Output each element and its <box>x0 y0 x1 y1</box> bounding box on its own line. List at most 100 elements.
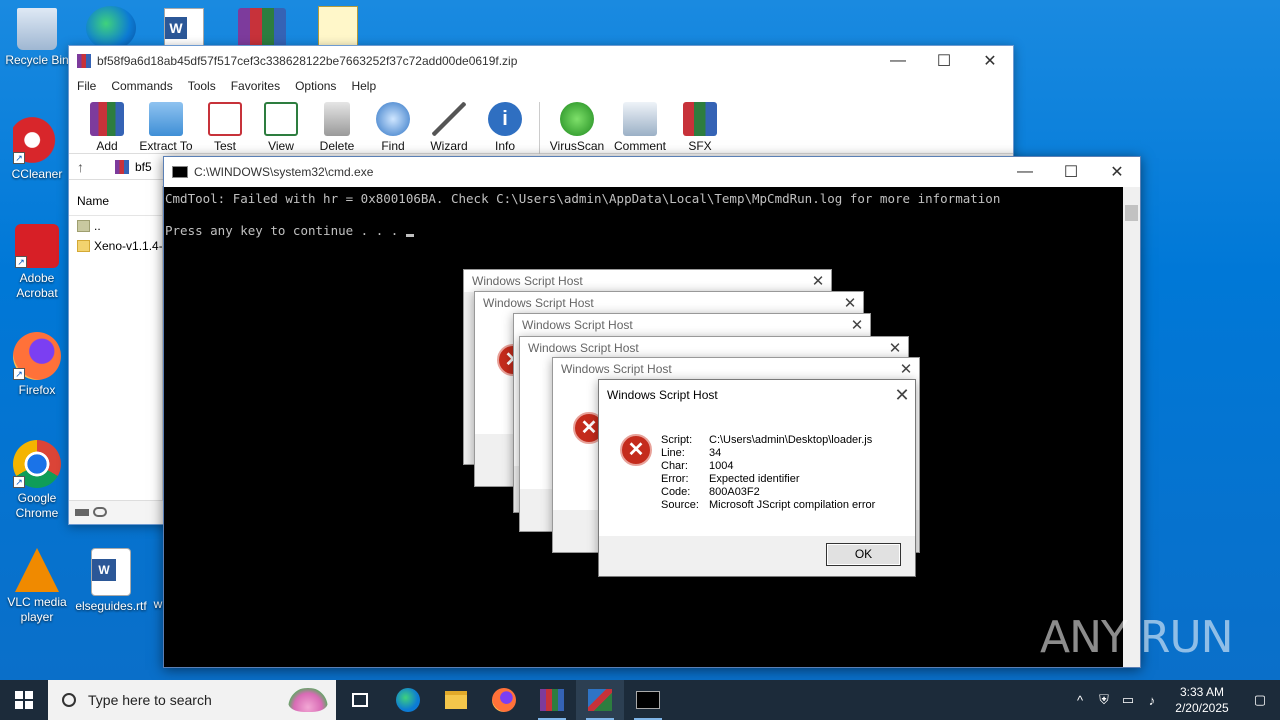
winrar-app-icon <box>77 54 91 68</box>
edge-icon[interactable] <box>86 6 136 50</box>
detail-row: Char: 1004 <box>661 460 875 473</box>
task-view-button[interactable] <box>336 680 384 720</box>
bug-icon <box>560 102 594 136</box>
taskbar-file-explorer[interactable] <box>432 680 480 720</box>
sfx-button[interactable]: SFX <box>672 102 728 153</box>
dialog-titlebar[interactable]: Windows Script Host ✕ <box>475 292 863 314</box>
taskbar-script-host[interactable] <box>576 680 624 720</box>
extract-to-button[interactable]: Extract To <box>135 102 197 153</box>
ccleaner-icon: ↗ <box>13 116 61 164</box>
up-arrow-icon[interactable]: ↑ <box>77 159 107 175</box>
error-icon: ✕ <box>620 434 652 466</box>
wsh-error-dialog[interactable]: Windows Script Host ✕ ✕ Script: C:\Users\a… <box>598 379 916 577</box>
taskbar-search[interactable]: Type here to search <box>48 680 336 720</box>
close-button[interactable]: ✕ <box>967 46 1013 76</box>
edge-icon <box>396 688 420 712</box>
detail-value: C:\Users\admin\Desktop\loader.js <box>709 434 873 446</box>
anyrun-watermark: ANY RUN <box>1040 612 1234 663</box>
word-doc-icon[interactable]: W <box>164 8 204 48</box>
desktop-icon-ccleaner[interactable]: ↗ CCleaner <box>0 116 74 182</box>
minimize-button[interactable]: — <box>1002 157 1048 187</box>
taskbar-winrar[interactable] <box>528 680 576 720</box>
script-file-icon[interactable] <box>318 6 358 48</box>
dialog-titlebar[interactable]: Windows Script Host ✕ <box>514 314 870 336</box>
detail-key: Line: <box>661 447 685 459</box>
desktop-icon-firefox[interactable]: ↗ Firefox <box>0 332 74 398</box>
file-name: .. <box>94 219 101 233</box>
path-archive-icon <box>115 159 129 174</box>
firefox-icon: ↗ <box>13 332 61 380</box>
script-host-icon <box>588 689 612 711</box>
close-icon[interactable]: ✕ <box>805 272 831 290</box>
close-icon[interactable]: ✕ <box>837 294 863 312</box>
winrar-icon <box>540 689 564 711</box>
path-label[interactable]: bf5 <box>135 160 152 174</box>
cmd-titlebar[interactable]: C:\WINDOWS\system32\cmd.exe — ☐ ✕ <box>164 157 1140 187</box>
desktop-icon-adobe-acrobat[interactable]: ↗ Adobe Acrobat <box>0 224 74 301</box>
menu-help[interactable]: Help <box>351 79 376 93</box>
minimize-button[interactable]: — <box>875 46 921 76</box>
virusscan-button[interactable]: VirusScan <box>546 102 608 153</box>
info-button[interactable]: i Info <box>477 102 533 153</box>
cmd-icon <box>636 691 660 709</box>
menu-commands[interactable]: Commands <box>111 79 172 93</box>
key-icon <box>93 507 107 517</box>
taskbar-firefox[interactable] <box>480 680 528 720</box>
close-icon[interactable]: ✕ <box>844 316 870 334</box>
file-list: Name .. Xeno-v1.1.4-x <box>69 186 163 500</box>
security-icon[interactable]: ⛨ <box>1092 692 1116 708</box>
comment-label: Comment <box>613 139 666 153</box>
network-icon[interactable]: ▭ <box>1116 692 1140 708</box>
dialog-titlebar[interactable]: Windows Script Host ✕ <box>599 380 915 410</box>
desktop-icon-elseguides[interactable]: W elseguides.rtf <box>74 548 148 614</box>
book-icon <box>264 102 298 136</box>
test-button[interactable]: Test <box>197 102 253 153</box>
info-label: Info <box>494 139 515 153</box>
scrollbar-thumb[interactable] <box>1125 205 1138 221</box>
file-row[interactable]: .. <box>69 216 162 236</box>
comment-button[interactable]: Comment <box>608 102 672 153</box>
close-icon[interactable]: ✕ <box>893 360 919 378</box>
add-button[interactable]: Add <box>79 102 135 153</box>
find-button[interactable]: Find <box>365 102 421 153</box>
close-icon[interactable]: ✕ <box>882 339 908 357</box>
detail-key: Source: <box>661 499 699 511</box>
close-button[interactable]: ✕ <box>1094 157 1140 187</box>
desktop-icon-recycle-bin[interactable]: Recycle Bin <box>0 8 74 68</box>
menu-tools[interactable]: Tools <box>188 79 216 93</box>
column-header-name[interactable]: Name <box>69 186 162 216</box>
chrome-icon: ↗ <box>13 440 61 488</box>
notification-icon[interactable]: ▢ <box>1240 692 1280 708</box>
menu-options[interactable]: Options <box>295 79 336 93</box>
file-row[interactable]: Xeno-v1.1.4-x <box>69 236 162 256</box>
maximize-button[interactable]: ☐ <box>921 46 967 76</box>
taskbar-cmd[interactable] <box>624 680 672 720</box>
wizard-button[interactable]: Wizard <box>421 102 477 153</box>
volume-icon[interactable]: ♪ <box>1140 693 1164 708</box>
winrar-archive-icon[interactable] <box>238 8 286 48</box>
dialog-titlebar[interactable]: Windows Script Host ✕ <box>464 270 831 292</box>
maximize-button[interactable]: ☐ <box>1048 157 1094 187</box>
dialog-titlebar[interactable]: Windows Script Host ✕ <box>520 337 908 359</box>
menu-file[interactable]: File <box>77 79 96 93</box>
ok-button[interactable]: OK <box>826 543 901 566</box>
start-button[interactable] <box>0 680 48 720</box>
cmd-scrollbar[interactable] <box>1123 187 1140 667</box>
winrar-titlebar[interactable]: bf58f9a6d18ab45df57f517cef3c338628122be7… <box>69 46 1013 76</box>
delete-button[interactable]: Delete <box>309 102 365 153</box>
desktop-icon-vlc[interactable]: VLC media player <box>0 548 74 625</box>
detail-key: Script: <box>661 434 693 446</box>
chevron-up-icon[interactable]: ^ <box>1068 693 1092 708</box>
desktop-icon-label: VLC media player <box>7 595 67 624</box>
desktop-icon-google-chrome[interactable]: ↗ Google Chrome <box>0 440 74 521</box>
close-icon[interactable]: ✕ <box>889 385 915 406</box>
detail-key: Error: <box>661 473 689 485</box>
taskbar-edge[interactable] <box>384 680 432 720</box>
detail-value: Expected identifier <box>709 473 800 485</box>
menu-favorites[interactable]: Favorites <box>231 79 280 93</box>
clock[interactable]: 3:33 AM 2/20/2025 <box>1164 684 1240 716</box>
dialog-titlebar[interactable]: Windows Script Host ✕ <box>553 358 919 380</box>
cmd-title: C:\WINDOWS\system32\cmd.exe <box>194 165 374 179</box>
view-button[interactable]: View <box>253 102 309 153</box>
folder-icon <box>77 240 90 252</box>
